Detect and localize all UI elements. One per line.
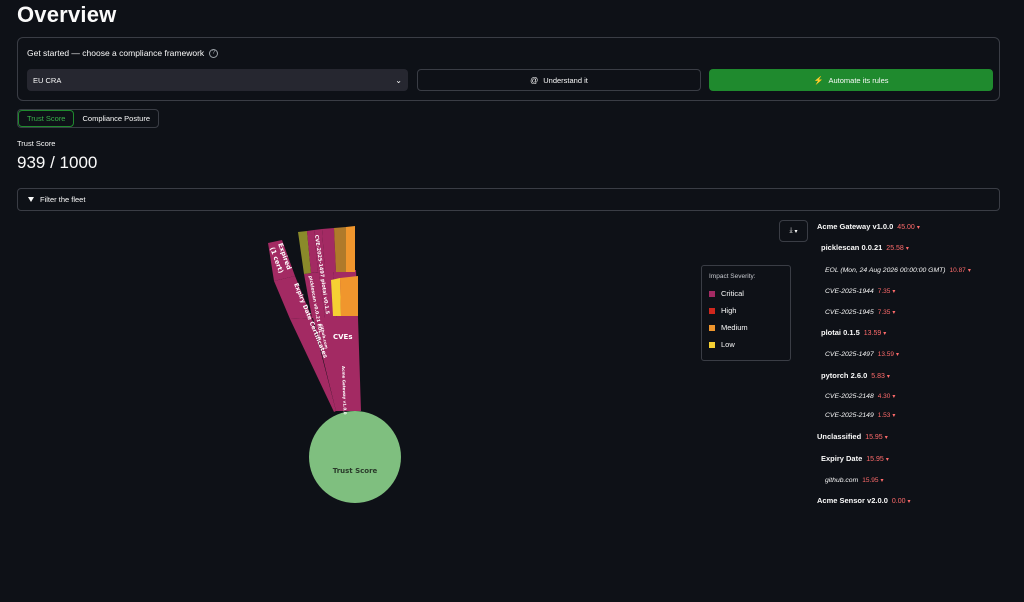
tree-item[interactable]: CVE-2025-1945 7.35 ▾ [825, 307, 895, 316]
legend-swatch-high [709, 307, 715, 314]
page-title: Overview [17, 2, 117, 27]
severity-legend: Impact Severity: Critical High Medium Lo… [701, 265, 791, 361]
tree-item[interactable]: Acme Sensor v2.0.0 0.00 ▾ [817, 496, 911, 505]
trust-score-center[interactable] [309, 411, 401, 503]
tree-item[interactable]: Expiry Date 15.95 ▾ [821, 454, 889, 463]
framework-panel: Get started — choose a compliance framew… [17, 37, 1000, 101]
download-icon: ⤓ [789, 227, 793, 234]
legend-label-low: Low [721, 340, 735, 349]
segment-medium-severity[interactable] [340, 276, 358, 316]
segment-cve-2148[interactable] [334, 227, 346, 272]
framework-select-value: EU CRA [33, 75, 62, 85]
understand-button-label: Understand it [543, 75, 588, 85]
trust-sunburst-chart: Trust Score Expired (1 cert) Expiry Date… [268, 226, 401, 503]
legend-item-high: High [709, 302, 783, 319]
tree-item[interactable]: plotai 0.1.5 13.59 ▾ [821, 328, 886, 337]
automate-button-label: Automate its rules [828, 75, 889, 85]
legend-swatch-critical [709, 290, 715, 297]
tree-item[interactable]: CVE-2025-1497 13.59 ▾ [825, 349, 899, 358]
lightning-icon: ⚡ [813, 75, 824, 85]
legend-item-medium: Medium [709, 319, 783, 336]
tree-item[interactable]: CVE-2025-1944 7.35 ▾ [825, 286, 895, 295]
legend-swatch-low [709, 341, 715, 348]
tree-item[interactable]: CVE-2025-2149 1.53 ▾ [825, 410, 895, 419]
legend-item-low: Low [709, 336, 783, 353]
tree-item[interactable]: CVE-2025-2148 4.30 ▾ [825, 391, 895, 400]
filter-expander[interactable]: Filter the fleet [17, 188, 1000, 211]
download-button[interactable]: ⤓ ▾ [779, 220, 808, 242]
legend-label-medium: Medium [721, 323, 748, 332]
chevron-down-icon: ▾ [794, 228, 798, 235]
tree-item[interactable]: EOL (Mon, 24 Aug 2026 00:00:00 GMT) 10.87… [825, 265, 971, 274]
framework-select[interactable]: EU CRA ⌄ [27, 69, 408, 91]
tab-compliance-posture[interactable]: Compliance Posture [74, 110, 158, 127]
tree-item[interactable]: Unclassified 15.95 ▾ [817, 432, 888, 441]
understand-button[interactable]: @ Understand it [417, 69, 701, 91]
tab-trust-score[interactable]: Trust Score [18, 110, 75, 127]
label-cves: CVEs [333, 333, 353, 341]
legend-label-high: High [721, 306, 737, 315]
triangle-down-icon [28, 197, 34, 202]
legend-label-critical: Critical [721, 289, 744, 298]
automate-button[interactable]: ⚡ Automate its rules [709, 69, 993, 91]
tree-item[interactable]: github.com 15.95 ▾ [825, 475, 884, 484]
tree-item[interactable]: picklescan 0.0.21 25.58 ▾ [821, 243, 909, 252]
legend-swatch-medium [709, 324, 715, 331]
filter-label: Filter the fleet [40, 195, 86, 204]
view-tabs: Trust Score Compliance Posture [17, 109, 160, 128]
segment-cve-2149[interactable] [346, 226, 355, 272]
center-label: Trust Score [333, 467, 378, 475]
question-circle-icon[interactable]: ? [209, 48, 219, 58]
legend-title: Impact Severity: [709, 273, 756, 280]
chevron-down-icon: ⌄ [395, 75, 402, 85]
framework-heading-text: Get started — choose a compliance framew… [27, 48, 205, 58]
legend-item-critical: Critical [709, 285, 783, 302]
tree-item[interactable]: Acme Gateway v1.0.0 45.00 ▾ [817, 222, 920, 231]
trust-score-value: 939 / 1000 [17, 153, 98, 172]
trust-score-label: Trust Score [17, 139, 56, 148]
tree-item[interactable]: pytorch 2.6.0 5.83 ▾ [821, 371, 890, 380]
at-icon: @ [530, 75, 539, 85]
framework-heading: Get started — choose a compliance framew… [27, 48, 219, 58]
